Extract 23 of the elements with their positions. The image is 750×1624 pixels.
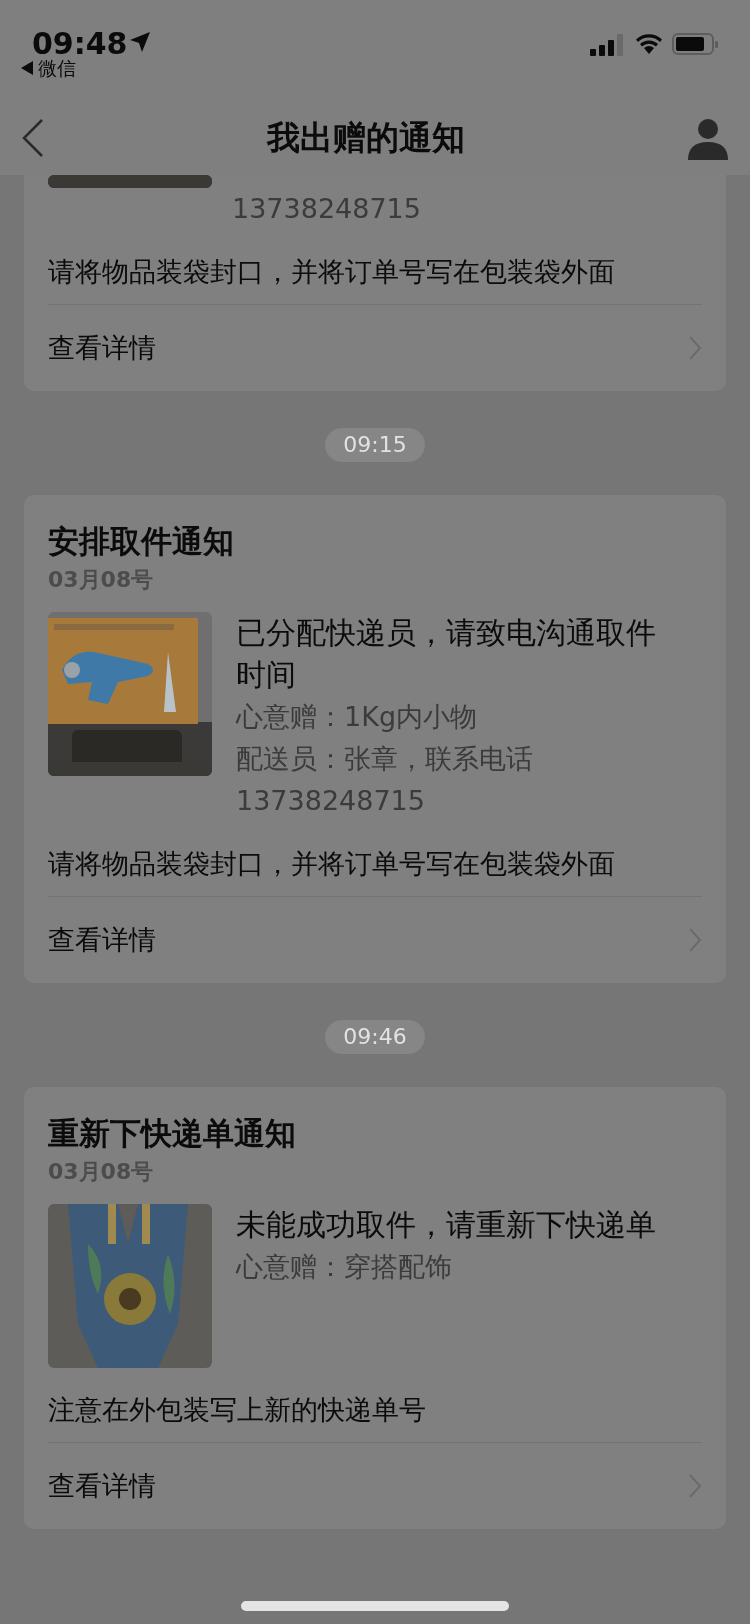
signal-icon bbox=[590, 34, 626, 56]
note-text: 请将物品装袋封口，并将订单号写在包装袋外面 bbox=[48, 252, 702, 305]
detail-text: 心意赠：穿搭配饰 bbox=[236, 1250, 453, 1284]
headline-text: 未能成功取件，请重新下快递单 bbox=[236, 1206, 657, 1244]
view-details-link[interactable]: 查看详情 bbox=[48, 897, 702, 983]
back-triangle-icon[interactable] bbox=[20, 60, 34, 76]
battery-icon bbox=[672, 33, 718, 55]
detail-text: 配送员：张章，联系电话13738248715 bbox=[236, 742, 534, 818]
location-arrow-icon bbox=[128, 30, 152, 54]
detail-text: 心意赠：1Kg内小物 bbox=[236, 700, 479, 734]
page-title: 我出赠的通知 bbox=[267, 116, 465, 159]
note-text: 注意在外包装写上新的快递单号 bbox=[48, 1390, 702, 1443]
detail-text: 13738248715 bbox=[232, 192, 422, 226]
note-text: 请将物品装袋封口，并将订单号写在包装袋外面 bbox=[48, 844, 702, 897]
view-details-link[interactable]: 查看详情 bbox=[48, 1443, 702, 1529]
headline-text: 已分配快递员，请致电沟通取件时间 bbox=[236, 614, 657, 694]
card-title: 重新下快递单通知 bbox=[48, 1114, 297, 1153]
wifi-icon bbox=[634, 32, 664, 56]
timestamp-pill: 09:46 bbox=[325, 1020, 425, 1054]
view-details-link[interactable]: 查看详情 bbox=[48, 305, 702, 391]
timestamp-pill: 09:15 bbox=[325, 428, 425, 462]
card-title: 安排取件通知 bbox=[48, 522, 235, 561]
back-icon[interactable] bbox=[20, 117, 46, 158]
